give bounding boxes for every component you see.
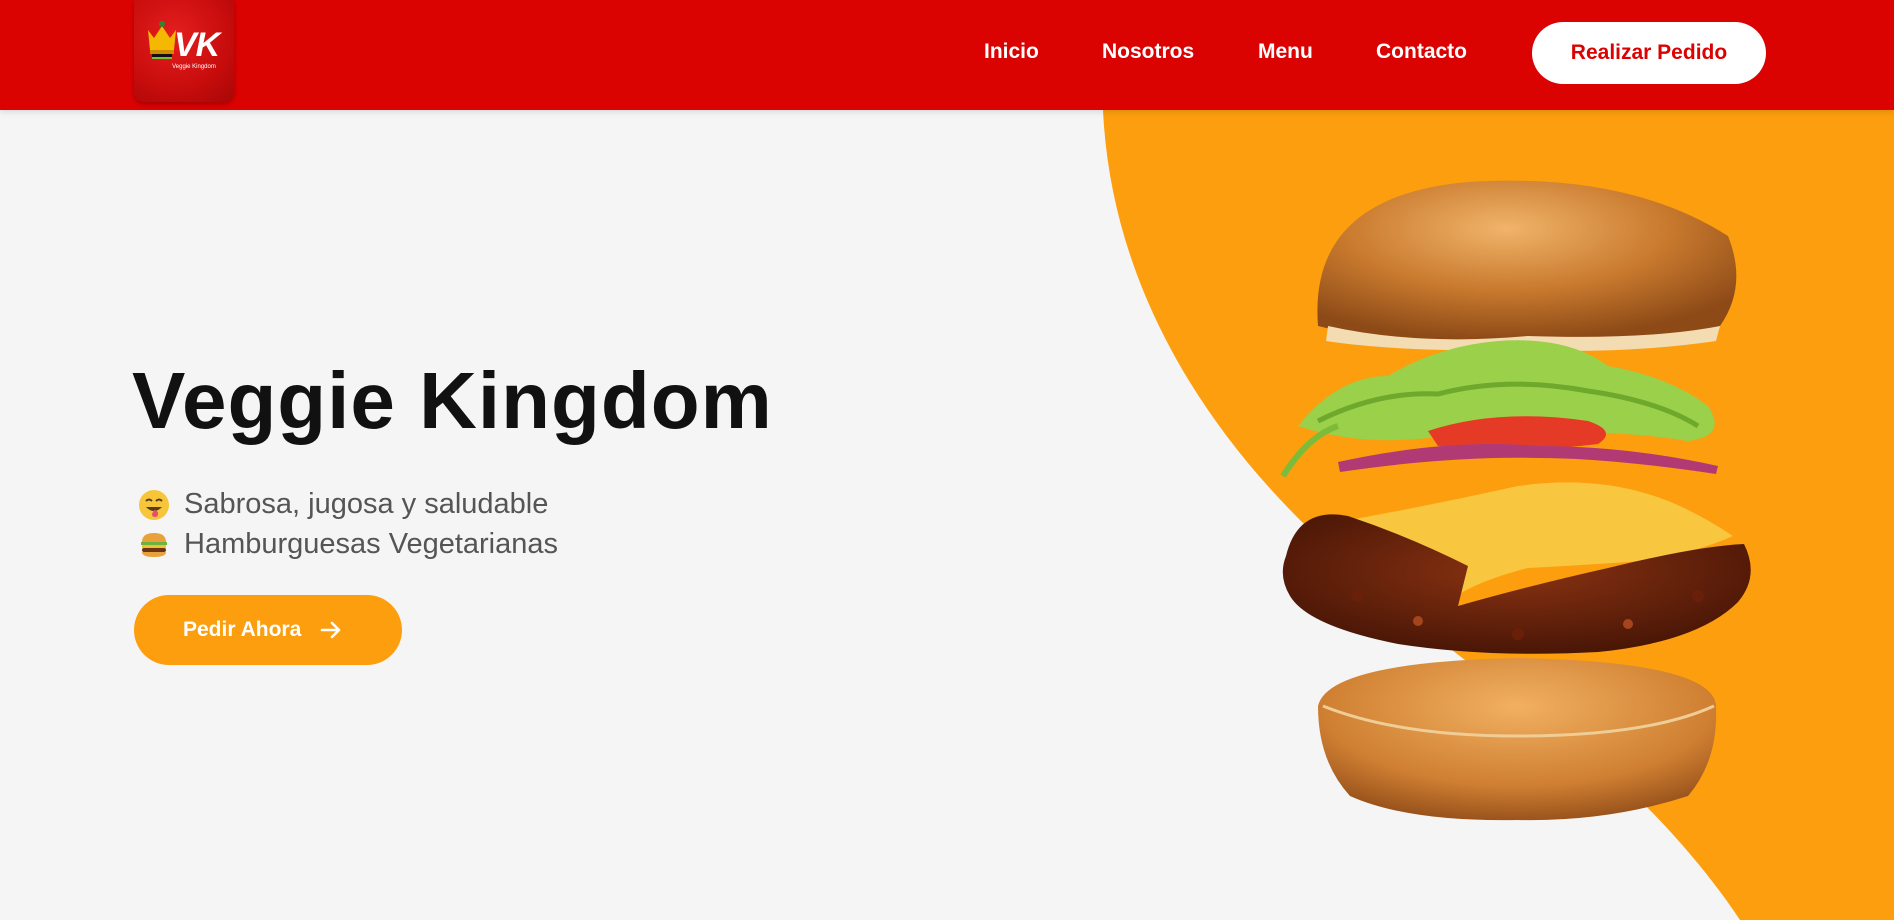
tagline-burgers: Hamburguesas Vegetarianas <box>138 528 558 561</box>
tagline-text: Hamburguesas Vegetarianas <box>184 528 559 560</box>
onion-slice <box>1338 444 1718 474</box>
tongue-out-face-icon <box>139 489 169 520</box>
hamburger-icon <box>141 532 167 557</box>
veggie-burger-image <box>1280 180 1751 821</box>
brand-logo[interactable]: VK Veggie Kingdom <box>134 0 234 102</box>
order-now-label: Pedir Ahora <box>183 618 302 641</box>
bottom-bun <box>1318 658 1717 821</box>
place-order-button[interactable]: Realizar Pedido <box>1532 22 1766 84</box>
nav-link-inicio[interactable]: Inicio <box>984 40 1039 64</box>
tagline-text: Sabrosa, jugosa y saludable <box>184 488 549 520</box>
arrow-right-icon <box>320 621 341 639</box>
top-navbar: VK Veggie Kingdom Inicio Nosotros Menu C… <box>0 0 1894 110</box>
nav-link-contacto[interactable]: Contacto <box>1376 40 1467 64</box>
nav-link-menu[interactable]: Menu <box>1258 40 1313 64</box>
order-now-button[interactable]: Pedir Ahora <box>134 595 402 665</box>
tagline-tasty: Sabrosa, jugosa y saludable <box>138 488 548 521</box>
top-bun <box>1317 180 1737 351</box>
logo-subtitle: Veggie Kingdom <box>172 64 216 70</box>
landing-page: VK Veggie Kingdom Inicio Nosotros Menu C… <box>0 0 1894 920</box>
logo-letters: VK <box>174 26 220 64</box>
nav-link-nosotros[interactable]: Nosotros <box>1102 40 1194 64</box>
hero-title: Veggie Kingdom <box>132 356 773 445</box>
